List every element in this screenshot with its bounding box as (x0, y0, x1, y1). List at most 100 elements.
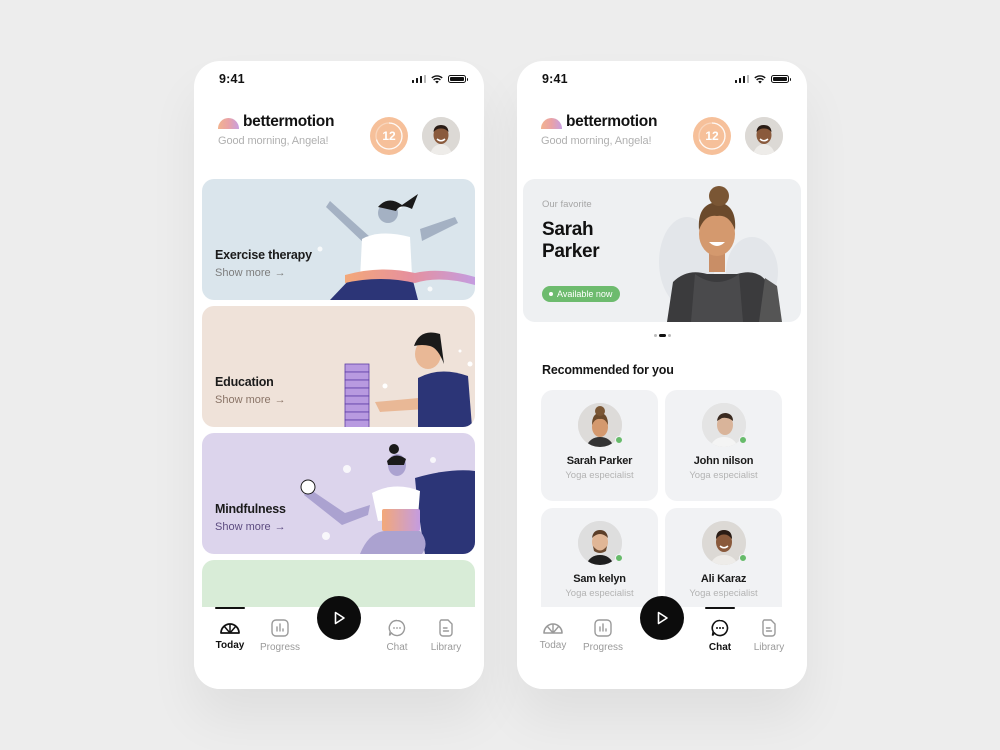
status-time: 9:41 (542, 72, 568, 86)
streak-value: 12 (382, 129, 396, 143)
play-icon (334, 611, 345, 625)
coach-card[interactable]: Ali Karaz Yoga especialist (665, 508, 782, 619)
phone-chat-screen: 9:41 bettermotion Good morning, Angela! … (517, 61, 807, 689)
gauge-icon (220, 623, 240, 634)
coach-name: Sarah Parker (566, 455, 633, 467)
show-more-label: Show more (215, 521, 271, 533)
mindfulness-illustration (300, 444, 475, 554)
coach-avatar (701, 403, 747, 447)
category-card-education[interactable]: Education Show more → (202, 306, 475, 427)
tab-chat[interactable]: Chat (371, 619, 423, 653)
play-button[interactable] (317, 596, 361, 640)
coach-name: John nilson (693, 455, 754, 467)
tab-label: Today (215, 640, 245, 651)
tab-today[interactable]: Today (527, 619, 579, 651)
online-status-icon (738, 554, 747, 562)
coach-card[interactable]: John nilson Yoga especialist (665, 390, 782, 501)
tab-bar: Today Progress Chat Library (517, 596, 807, 689)
carousel-dot[interactable] (653, 334, 657, 337)
tab-bar: Today Progress Chat Library (194, 596, 484, 689)
streak-counter[interactable]: 12 (370, 117, 408, 155)
battery-icon (771, 74, 791, 84)
hero-coach-name: Sarah Parker (542, 219, 600, 263)
category-card-mindfulness[interactable]: Mindfulness Show more → (202, 433, 475, 554)
show-more-label: Show more (215, 267, 271, 279)
status-icons (734, 74, 791, 84)
arrow-right-icon: → (274, 267, 286, 279)
hero-first-name: Sarah (542, 219, 594, 240)
show-more-link[interactable]: Show more → (215, 267, 286, 279)
tab-library[interactable]: Library (743, 619, 795, 653)
card-title: Education (215, 375, 274, 389)
bar-chart-icon (594, 619, 612, 637)
streak-value: 12 (705, 129, 719, 143)
online-status-icon (614, 436, 623, 444)
online-status-icon (614, 554, 623, 562)
user-avatar[interactable] (745, 117, 783, 155)
tab-label: Today (539, 640, 567, 651)
app-header: bettermotion Good morning, Angela! 12 (541, 113, 783, 157)
document-icon (762, 619, 776, 637)
coach-name: Sam kelyn (573, 573, 626, 585)
tab-chat[interactable]: Chat (694, 607, 746, 653)
education-illustration (344, 332, 473, 427)
show-more-link[interactable]: Show more → (215, 521, 286, 533)
coach-role: Yoga especialist (565, 588, 634, 599)
bar-chart-icon (271, 619, 289, 637)
status-bar: 9:41 (517, 61, 807, 97)
brand-name: bettermotion (243, 113, 335, 130)
chat-bubble-icon (711, 619, 729, 637)
tab-label: Chat (708, 642, 732, 653)
exercise-illustration (317, 194, 475, 300)
tab-label: Library (430, 642, 462, 653)
play-button[interactable] (640, 596, 684, 640)
coach-avatar (577, 403, 623, 447)
tab-library[interactable]: Library (420, 619, 472, 653)
cellular-signal-icon (734, 75, 749, 83)
brand-name: bettermotion (566, 113, 658, 130)
wifi-icon (431, 74, 443, 83)
status-bar: 9:41 (194, 61, 484, 97)
status-dot-icon (549, 292, 553, 296)
phone-today-screen: 9:41 bettermotion Good morning, Angela! … (194, 61, 484, 689)
tab-progress[interactable]: Progress (577, 619, 629, 653)
online-status-icon (738, 436, 747, 444)
coach-card[interactable]: Sarah Parker Yoga especialist (541, 390, 658, 501)
coach-name: Ali Karaz (700, 573, 747, 585)
coach-role: Yoga especialist (565, 470, 634, 481)
carousel-dot[interactable] (667, 334, 671, 337)
category-card-exercise-therapy[interactable]: Exercise therapy Show more → (202, 179, 475, 300)
featured-coach-card[interactable]: Our favorite Sarah Parker Available now (523, 179, 801, 322)
tab-today[interactable]: Today (204, 607, 256, 651)
avatar-photo (745, 117, 783, 155)
carousel-dot-active[interactable] (658, 334, 666, 337)
chat-bubble-icon (388, 619, 406, 637)
card-title: Mindfulness (215, 502, 286, 516)
tab-label: Library (753, 642, 785, 653)
coach-photo (659, 186, 782, 322)
cellular-signal-icon (411, 75, 426, 83)
arrow-right-icon: → (274, 521, 286, 533)
battery-icon (448, 74, 468, 84)
coach-card[interactable]: Sam kelyn Yoga especialist (541, 508, 658, 619)
hero-last-name: Parker (542, 241, 600, 262)
user-avatar[interactable] (422, 117, 460, 155)
gauge-icon (543, 623, 563, 634)
logo-icon (218, 117, 239, 129)
show-more-label: Show more (215, 394, 271, 406)
active-tab-indicator (705, 607, 735, 609)
card-title: Exercise therapy (215, 248, 312, 262)
carousel-pagination[interactable] (517, 334, 807, 337)
wifi-icon (754, 74, 766, 83)
status-time: 9:41 (219, 72, 245, 86)
coach-avatar (701, 521, 747, 565)
avatar-photo (422, 117, 460, 155)
streak-counter[interactable]: 12 (693, 117, 731, 155)
availability-label: Available now (557, 289, 613, 299)
show-more-link[interactable]: Show more → (215, 394, 286, 406)
active-tab-indicator (215, 607, 245, 609)
app-header: bettermotion Good morning, Angela! 12 (218, 113, 460, 157)
logo-icon (541, 117, 562, 129)
arrow-right-icon: → (274, 394, 286, 406)
tab-progress[interactable]: Progress (254, 619, 306, 653)
